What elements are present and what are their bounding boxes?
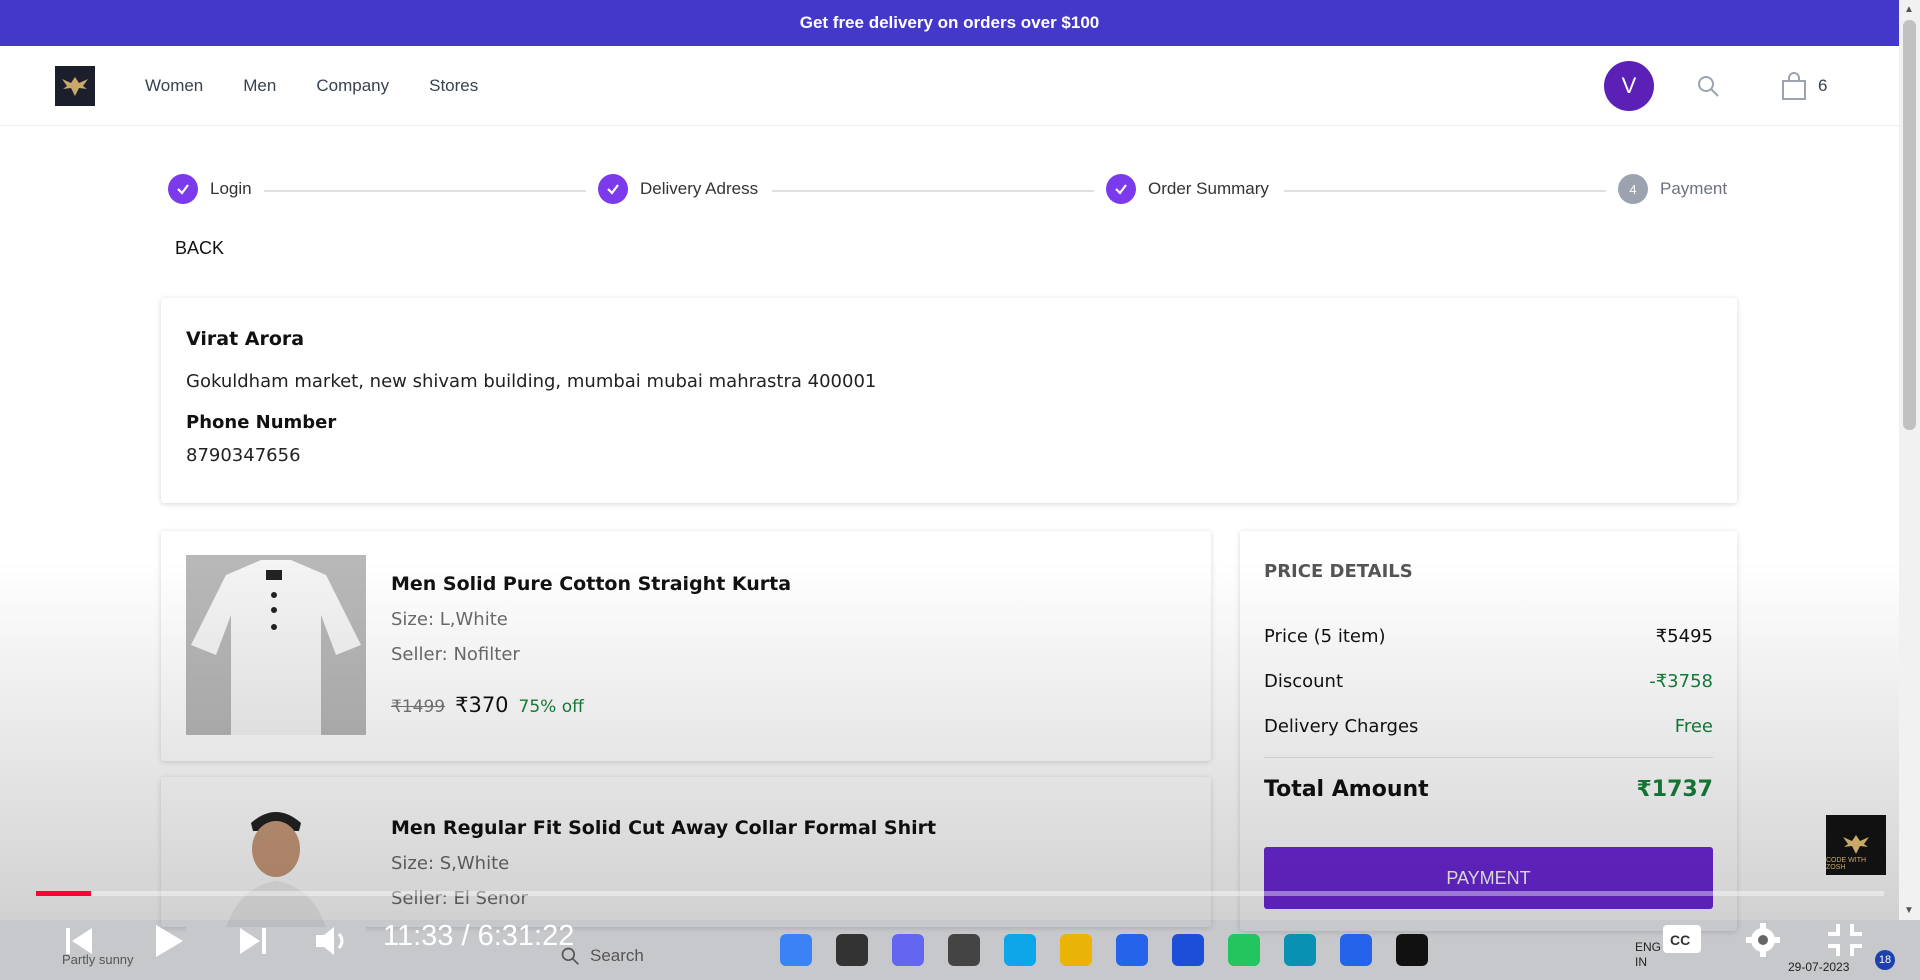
price-details-title: PRICE DETAILS [1264, 561, 1413, 582]
product-size: Size: L,White [391, 609, 508, 630]
step-login: Login [168, 174, 252, 204]
vertical-scrollbar[interactable]: ▲ ▼ [1899, 0, 1920, 920]
cart-item: Men Solid Pure Cotton Straight Kurta Siz… [161, 531, 1211, 761]
check-icon [598, 174, 628, 204]
promo-banner: Get free delivery on orders over $100 [0, 0, 1899, 46]
payment-button[interactable]: PAYMENT [1264, 847, 1713, 909]
sale-price: ₹370 [455, 693, 509, 717]
step-delivery-address: Delivery Adress [598, 174, 758, 204]
svg-text:CC: CC [1670, 932, 1690, 948]
cart-count: 6 [1818, 76, 1828, 95]
discount-percent: 75% off [518, 697, 584, 717]
shirt-model-image [186, 801, 366, 927]
delivery-row: Delivery Charges Free [1264, 716, 1713, 737]
scrollbar-thumb[interactable] [1903, 20, 1916, 430]
price-label: Price (5 item) [1264, 626, 1386, 647]
step-label: Order Summary [1148, 179, 1269, 198]
delivery-value: Free [1674, 716, 1713, 737]
step-order-summary: Order Summary [1106, 174, 1269, 204]
step-connector [264, 190, 586, 192]
customer-name: Virat Arora [186, 328, 305, 350]
step-connector [772, 190, 1094, 192]
scroll-up-icon[interactable]: ▲ [1904, 4, 1914, 15]
watermark-text: CODE WITH ZOSH [1826, 857, 1867, 871]
address-line: Gokuldham market, new shivam building, m… [186, 371, 877, 392]
shopping-bag-icon[interactable] [1781, 72, 1807, 100]
price-details-card: PRICE DETAILS Price (5 item) ₹5495 Disco… [1240, 531, 1737, 931]
volume-icon[interactable] [313, 924, 353, 958]
product-title[interactable]: Men Solid Pure Cotton Straight Kurta [391, 573, 791, 595]
nav-link-company[interactable]: Company [316, 76, 389, 96]
original-price: ₹1499 [391, 697, 446, 717]
cart-item: Men Regular Fit Solid Cut Away Collar Fo… [161, 777, 1211, 980]
discount-row: Discount -₹3758 [1264, 671, 1713, 692]
step-label: Login [210, 179, 252, 198]
step-number: 4 [1618, 174, 1648, 204]
check-icon [1106, 174, 1136, 204]
nav-link-men[interactable]: Men [243, 76, 276, 96]
phone-label: Phone Number [186, 412, 337, 433]
step-connector [1284, 190, 1606, 192]
user-avatar[interactable]: V [1604, 61, 1654, 111]
price-row: ₹1499 ₹370 75% off [391, 693, 584, 717]
discount-label: Discount [1264, 671, 1344, 692]
settings-gear-icon[interactable] [1745, 922, 1781, 958]
video-progress-fill [36, 891, 91, 896]
eagle-icon [62, 77, 88, 96]
search-icon[interactable] [1696, 74, 1720, 98]
nav-link-stores[interactable]: Stores [429, 76, 478, 96]
video-player-controls: 11:33 / 6:31:22 CC [0, 910, 1920, 980]
nav-link-women[interactable]: Women [145, 76, 203, 96]
promo-text: Get free delivery on orders over $100 [799, 13, 1100, 32]
delivery-address-card: Virat Arora Gokuldham market, new shivam… [161, 298, 1737, 503]
step-label: Payment [1660, 179, 1728, 198]
back-button[interactable]: BACK [175, 238, 224, 259]
product-image[interactable] [186, 555, 366, 735]
discount-value: -₹3758 [1649, 671, 1713, 692]
captions-icon[interactable]: CC [1662, 924, 1702, 954]
main-nav: Women Men Company Stores [145, 46, 478, 126]
price-row: Price (5 item) ₹5495 [1264, 626, 1713, 647]
navbar: Women Men Company Stores V 6 [0, 46, 1899, 126]
step-payment: 4 Payment [1618, 174, 1727, 204]
channel-watermark[interactable]: CODE WITH ZOSH [1826, 815, 1886, 875]
video-progress-bar[interactable] [36, 891, 1884, 896]
product-size: Size: S,White [391, 853, 510, 874]
price-value: ₹5495 [1655, 626, 1713, 647]
brand-logo[interactable] [55, 66, 95, 106]
step-label: Delivery Adress [640, 179, 759, 198]
exit-fullscreen-icon[interactable] [1826, 922, 1864, 958]
video-time: 11:33 / 6:31:22 [383, 920, 575, 952]
previous-icon[interactable] [62, 924, 96, 958]
product-seller: Seller: Nofilter [391, 644, 520, 665]
total-row: Total Amount ₹1737 [1264, 777, 1713, 802]
kurta-image [186, 555, 366, 735]
total-label: Total Amount [1264, 777, 1429, 802]
total-value: ₹1737 [1636, 777, 1713, 802]
product-title[interactable]: Men Regular Fit Solid Cut Away Collar Fo… [391, 817, 936, 839]
divider [1264, 757, 1713, 758]
checkout-stepper: Login Delivery Adress Order Summary 4 Pa… [168, 174, 1728, 208]
play-icon[interactable] [150, 922, 186, 960]
phone-number: 8790347656 [186, 445, 301, 466]
check-icon [168, 174, 198, 204]
eagle-icon [1843, 835, 1869, 854]
delivery-label: Delivery Charges [1264, 716, 1419, 737]
next-icon[interactable] [236, 924, 270, 958]
